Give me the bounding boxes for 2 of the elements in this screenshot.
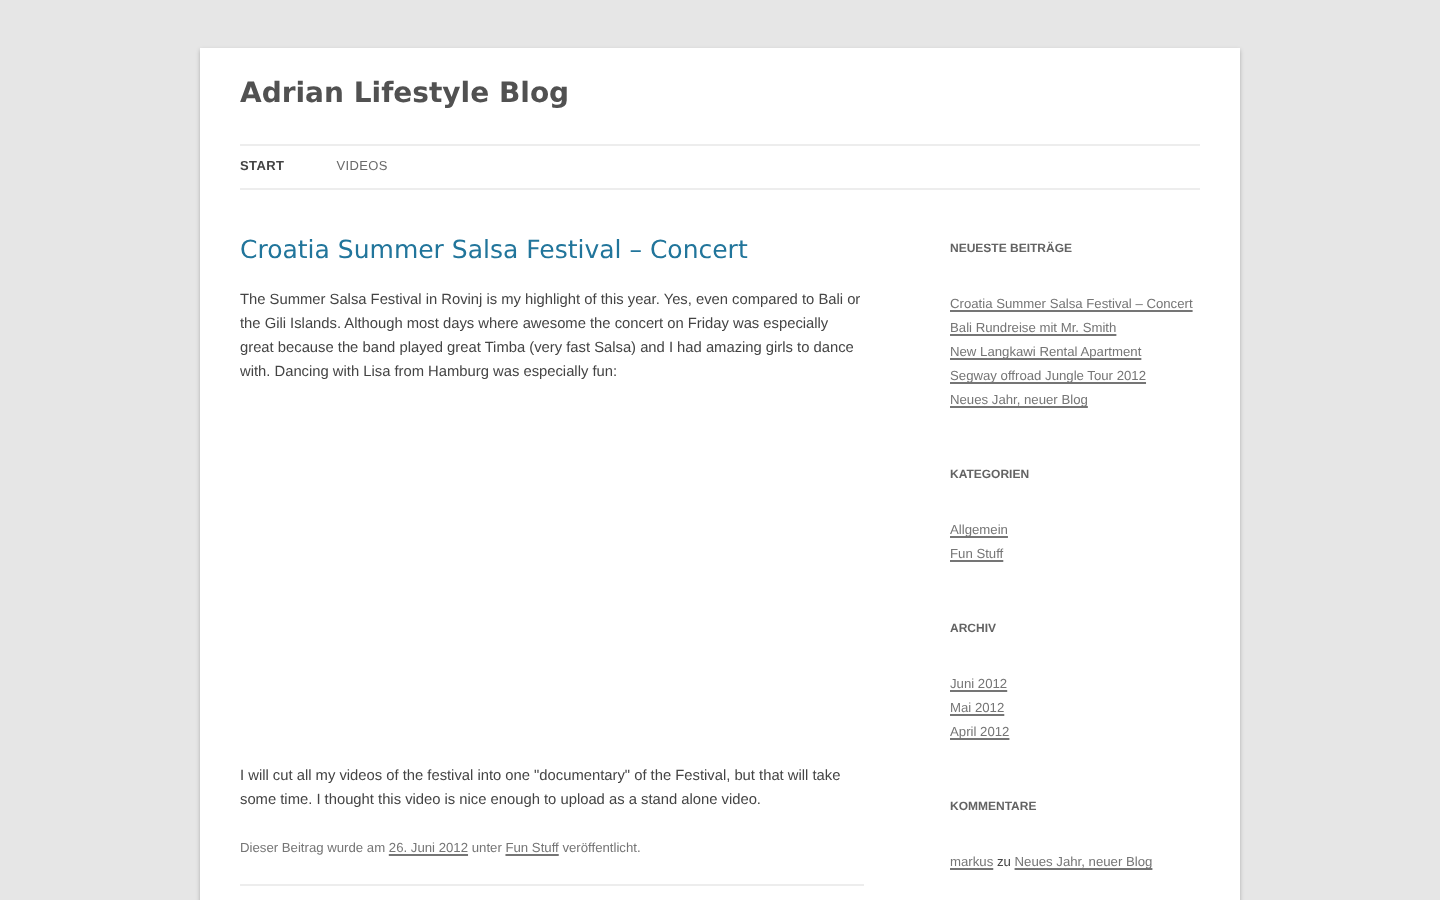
site-title: Adrian Lifestyle Blog <box>240 76 572 114</box>
post-title-link[interactable]: Croatia Summer Salsa Festival – Concert <box>240 234 864 264</box>
